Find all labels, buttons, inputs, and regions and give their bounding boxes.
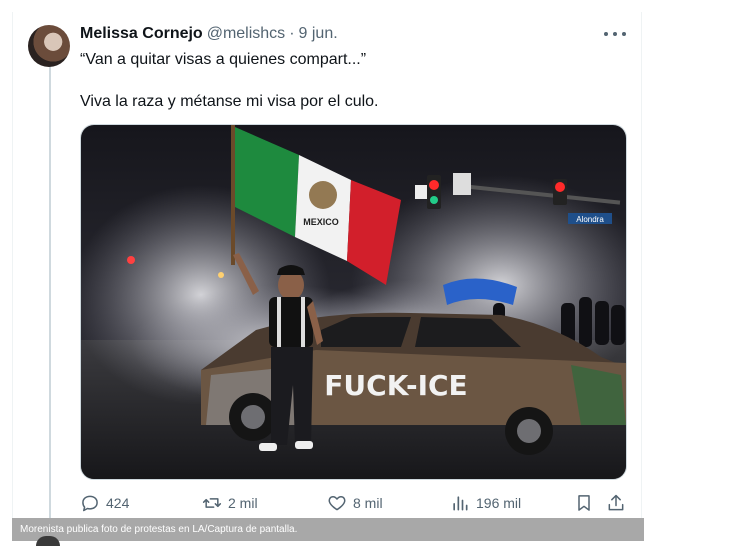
views-button[interactable]: 196 mil	[450, 490, 521, 516]
avatar[interactable]	[28, 25, 70, 67]
tweet-date[interactable]: 9 jun.	[299, 25, 338, 43]
author-name[interactable]: Melissa Cornejo	[80, 25, 203, 43]
next-tweet-avatar	[36, 536, 60, 546]
heart-icon	[327, 493, 347, 513]
reply-icon	[80, 493, 100, 513]
car-graffiti-text: FUCK-ICE	[324, 369, 467, 402]
action-bar: 424 2 mil 8 mil 196 mil	[80, 490, 628, 516]
tweet-header: Melissa Cornejo @melishcs · 9 jun.	[80, 25, 338, 45]
like-button[interactable]: 8 mil	[327, 490, 383, 516]
tweet-text: “Van a quitar visas a quienes compart...…	[80, 50, 620, 112]
reply-button[interactable]: 424	[80, 490, 129, 516]
share-icon	[606, 493, 626, 513]
author-handle[interactable]: @melishcs	[207, 25, 285, 43]
street-sign-text: Alondra	[576, 215, 604, 224]
tweet-text-line-2: Viva la raza y métanse mi visa por el cu…	[80, 93, 379, 110]
repost-count: 2 mil	[228, 495, 258, 511]
reply-count: 424	[106, 495, 130, 511]
flag-label-text: MEXICO	[303, 217, 339, 227]
bar-chart-icon	[450, 493, 470, 513]
image-caption: Morenista publica foto de protestas en L…	[12, 518, 644, 541]
share-button[interactable]	[606, 490, 626, 516]
tweet-text-line-1: “Van a quitar visas a quienes compart...…	[80, 51, 367, 68]
like-count: 8 mil	[353, 495, 383, 511]
separator-dot: ·	[289, 25, 295, 42]
bookmark-icon	[574, 493, 594, 513]
thread-line	[49, 64, 51, 532]
protest-photo-illustration: Alondra FUCK-ICE MEXICO	[81, 125, 626, 479]
more-options-icon[interactable]	[604, 26, 626, 42]
repost-button[interactable]: 2 mil	[202, 490, 258, 516]
views-count: 196 mil	[476, 495, 522, 511]
repost-icon	[202, 493, 222, 513]
bookmark-button[interactable]	[574, 490, 594, 516]
tweet-photo[interactable]: Alondra FUCK-ICE MEXICO	[80, 124, 627, 480]
